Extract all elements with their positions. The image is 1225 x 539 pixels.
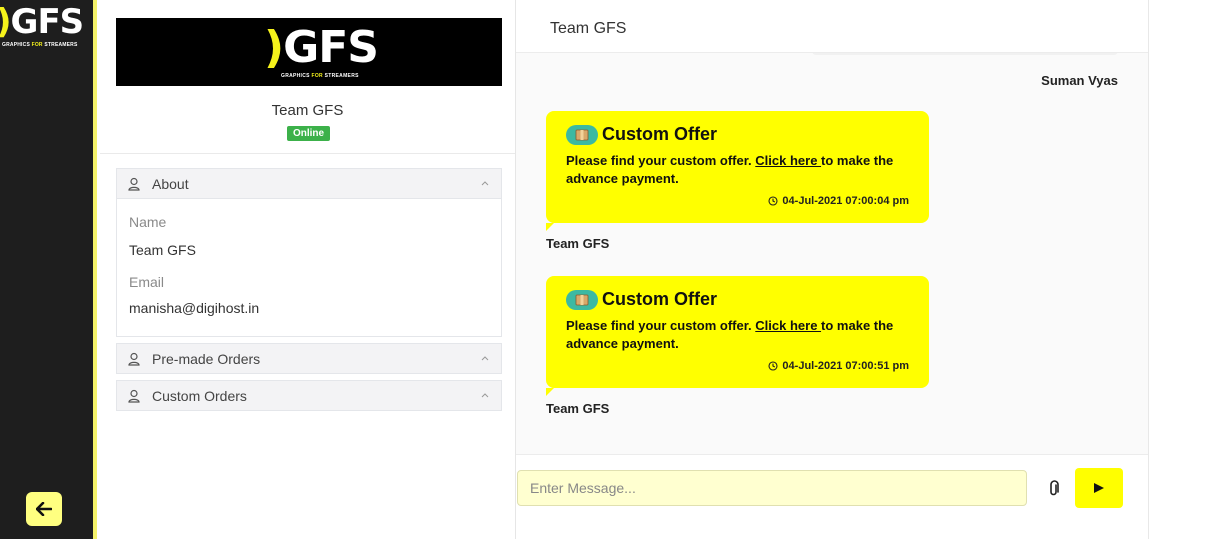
message-input[interactable] [517, 470, 1027, 506]
paperclip-icon[interactable] [1046, 480, 1062, 498]
accordion-custom-label: Custom Orders [152, 388, 247, 404]
package-icon [566, 125, 598, 145]
message-list[interactable]: Suman Vyas Custom Offer Please find your… [516, 53, 1148, 454]
status-badge: Online [287, 126, 330, 141]
send-button[interactable] [1075, 468, 1123, 508]
accordion-about-label: About [152, 176, 189, 192]
offer-text: Please find your custom offer. Click her… [566, 153, 894, 186]
message-sender: Team GFS [546, 401, 610, 416]
accordion-premade-orders[interactable]: Pre-made Orders [116, 343, 502, 374]
chat-panel: Team GFS Suman Vyas Custom Offer Please … [516, 0, 1149, 539]
chevron-up-icon [481, 356, 489, 361]
accordion-premade-label: Pre-made Orders [152, 351, 261, 367]
bubble-tail [546, 388, 554, 396]
clock-icon [768, 361, 778, 371]
click-here-link[interactable]: Click here [755, 153, 821, 168]
previous-message-bubble [812, 53, 1118, 55]
about-content: Name Team GFS Email manisha@digihost.in [116, 199, 502, 337]
offer-text: Please find your custom offer. Click her… [566, 318, 894, 351]
offer-title: Custom Offer [602, 124, 718, 144]
message-sender: Team GFS [546, 236, 610, 251]
divider [516, 454, 1148, 455]
profile-name: Team GFS [271, 102, 344, 119]
message-timestamp: 04-Jul-2021 07:00:04 pm [768, 195, 909, 207]
user-icon [128, 389, 140, 403]
custom-offer-message: Custom Offer Please find your custom off… [546, 276, 929, 396]
arrow-left-icon [36, 502, 52, 516]
message-sender: Suman Vyas [1041, 73, 1118, 88]
clock-icon [768, 196, 778, 206]
sidebar-logo-tagline: GRAPHICS FOR STREAMERS [2, 42, 78, 48]
banner-logo-text: )GFS [264, 22, 379, 73]
accordion-about[interactable]: About [116, 168, 502, 199]
divider [100, 153, 515, 154]
chat-title: Team GFS [550, 20, 627, 37]
send-icon [1094, 483, 1104, 493]
custom-offer-message: Custom Offer Please find your custom off… [546, 111, 929, 231]
profile-banner: )GFS GRAPHICS FOR STREAMERS [116, 18, 502, 86]
bubble-tail [546, 223, 554, 231]
profile-panel: )GFS GRAPHICS FOR STREAMERS Team GFS Onl… [100, 0, 516, 539]
name-label: Name [129, 214, 167, 230]
banner-logo-tagline: GRAPHICS FOR STREAMERS [281, 73, 359, 79]
sidebar-logo: )GFS GRAPHICS FOR STREAMERS [0, 2, 93, 52]
package-icon [566, 290, 598, 310]
chevron-up-icon [481, 181, 489, 186]
email-label: Email [129, 274, 165, 290]
message-timestamp: 04-Jul-2021 07:00:51 pm [768, 360, 909, 372]
click-here-link[interactable]: Click here [755, 318, 821, 333]
back-button[interactable] [26, 492, 62, 526]
email-value: manisha@digihost.in [129, 300, 260, 316]
sidebar-logo-text: )GFS [0, 2, 84, 42]
name-value: Team GFS [129, 242, 196, 258]
app-sidebar: )GFS GRAPHICS FOR STREAMERS [0, 0, 97, 539]
offer-title: Custom Offer [602, 289, 718, 309]
user-icon [128, 177, 140, 191]
chevron-up-icon [481, 393, 489, 398]
user-icon [128, 352, 140, 366]
accordion-custom-orders[interactable]: Custom Orders [116, 380, 502, 411]
